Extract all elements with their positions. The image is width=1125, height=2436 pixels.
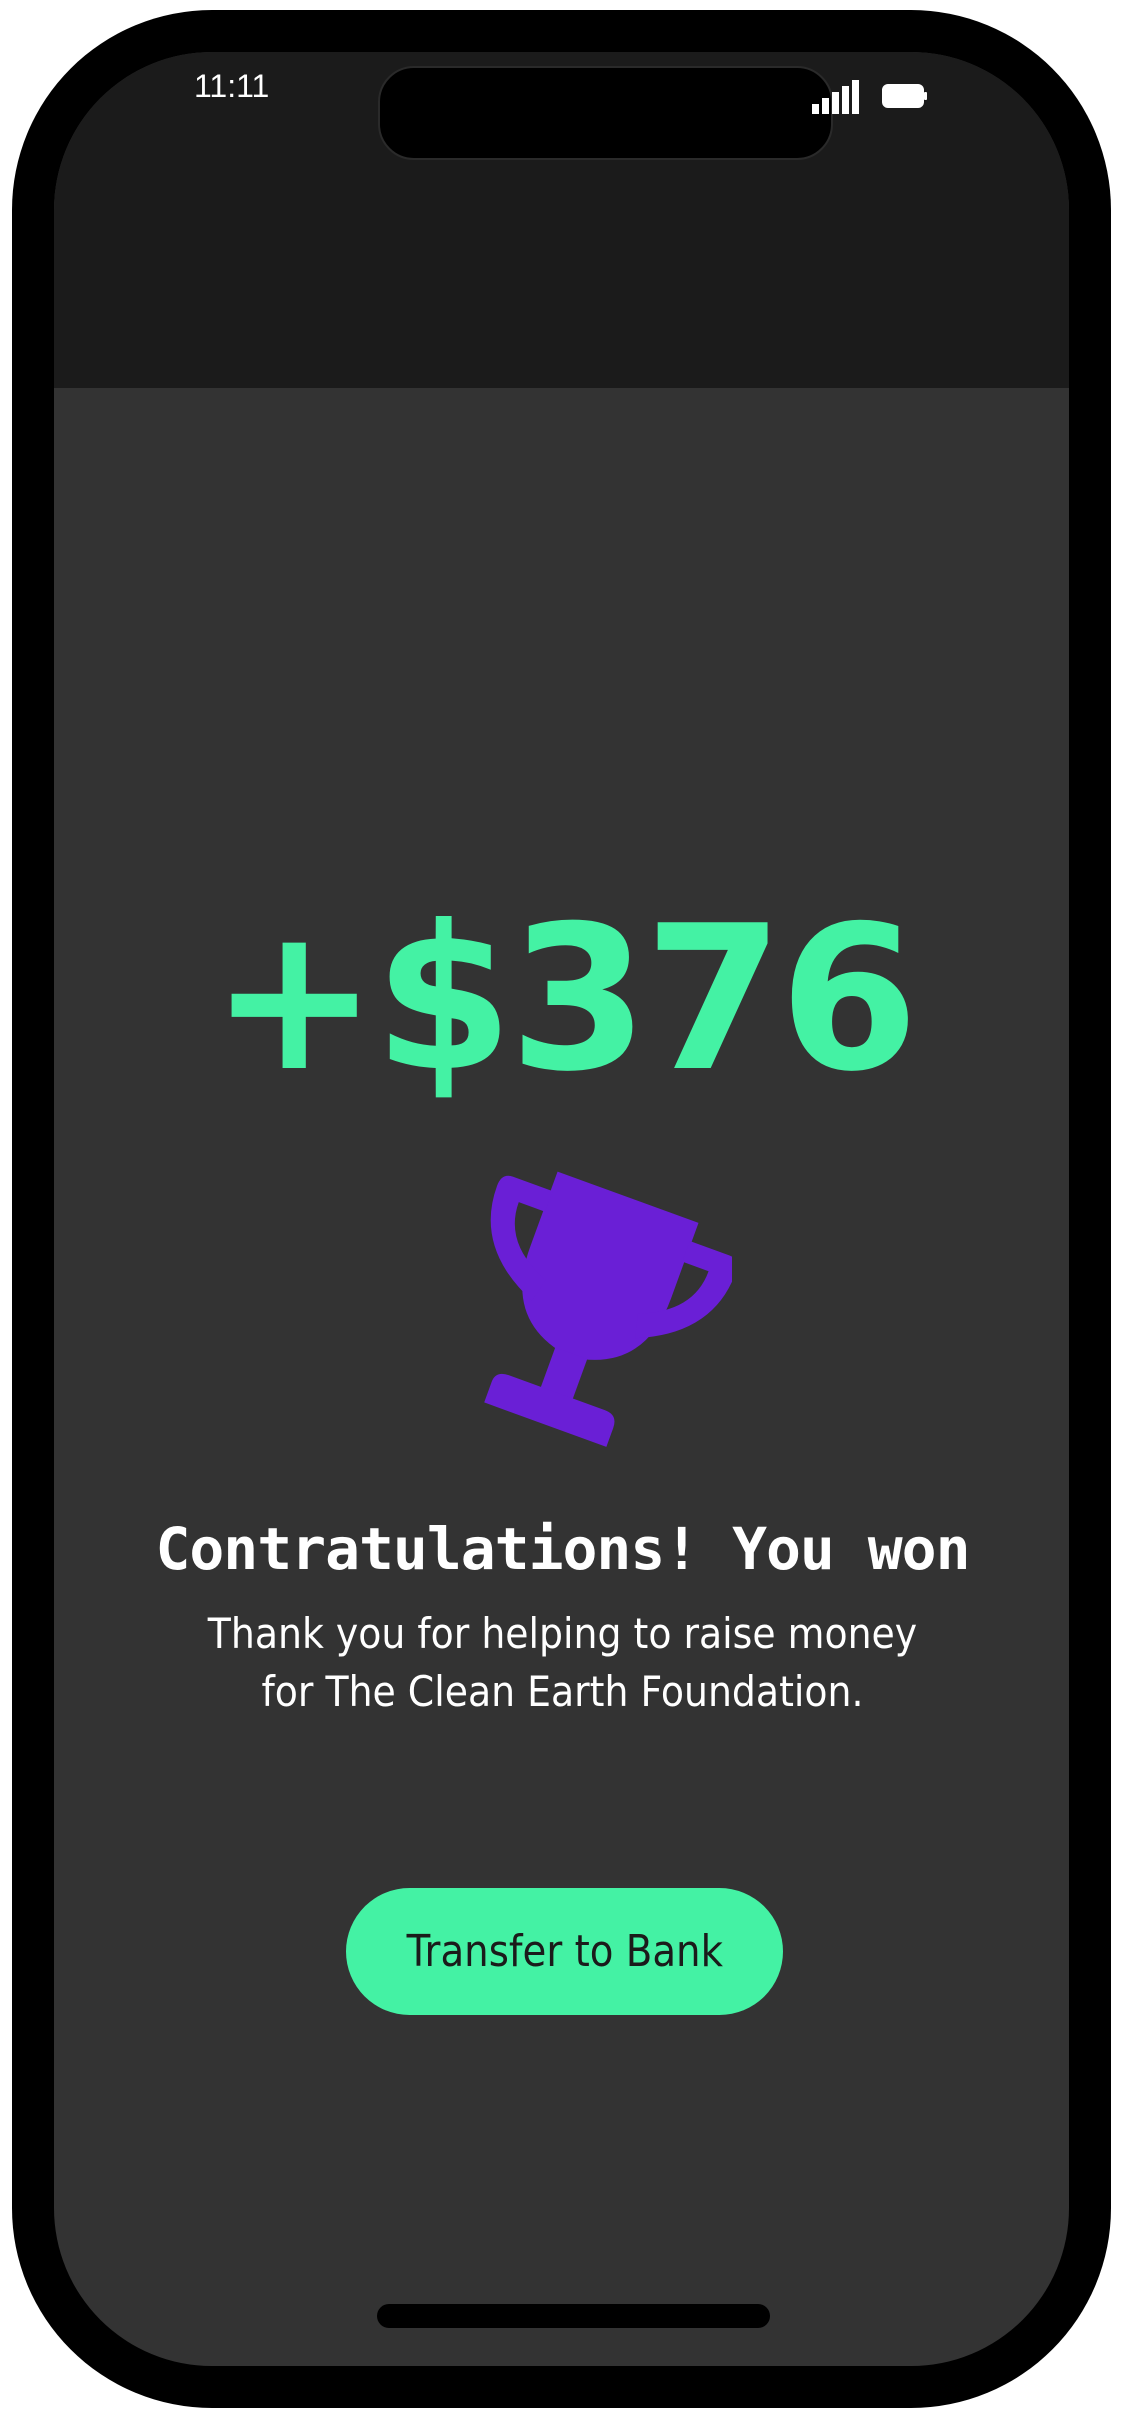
dynamic-island: [378, 66, 833, 160]
transfer-to-bank-button[interactable]: Transfer to Bank: [346, 1888, 783, 2015]
winnings-amount: +$376: [210, 883, 918, 1116]
thank-you-message: Thank you for helping to raise money for…: [207, 1609, 918, 1716]
transfer-to-bank-label: Transfer to Bank: [406, 1926, 723, 1977]
battery-icon: [882, 84, 927, 108]
trophy-icon: [484, 1171, 732, 1447]
cellular-signal-icon: [812, 80, 859, 114]
status-time: 11:11: [194, 68, 270, 104]
congratulations-title: Contratulations! You won: [155, 1515, 970, 1583]
home-indicator[interactable]: [377, 2304, 770, 2328]
